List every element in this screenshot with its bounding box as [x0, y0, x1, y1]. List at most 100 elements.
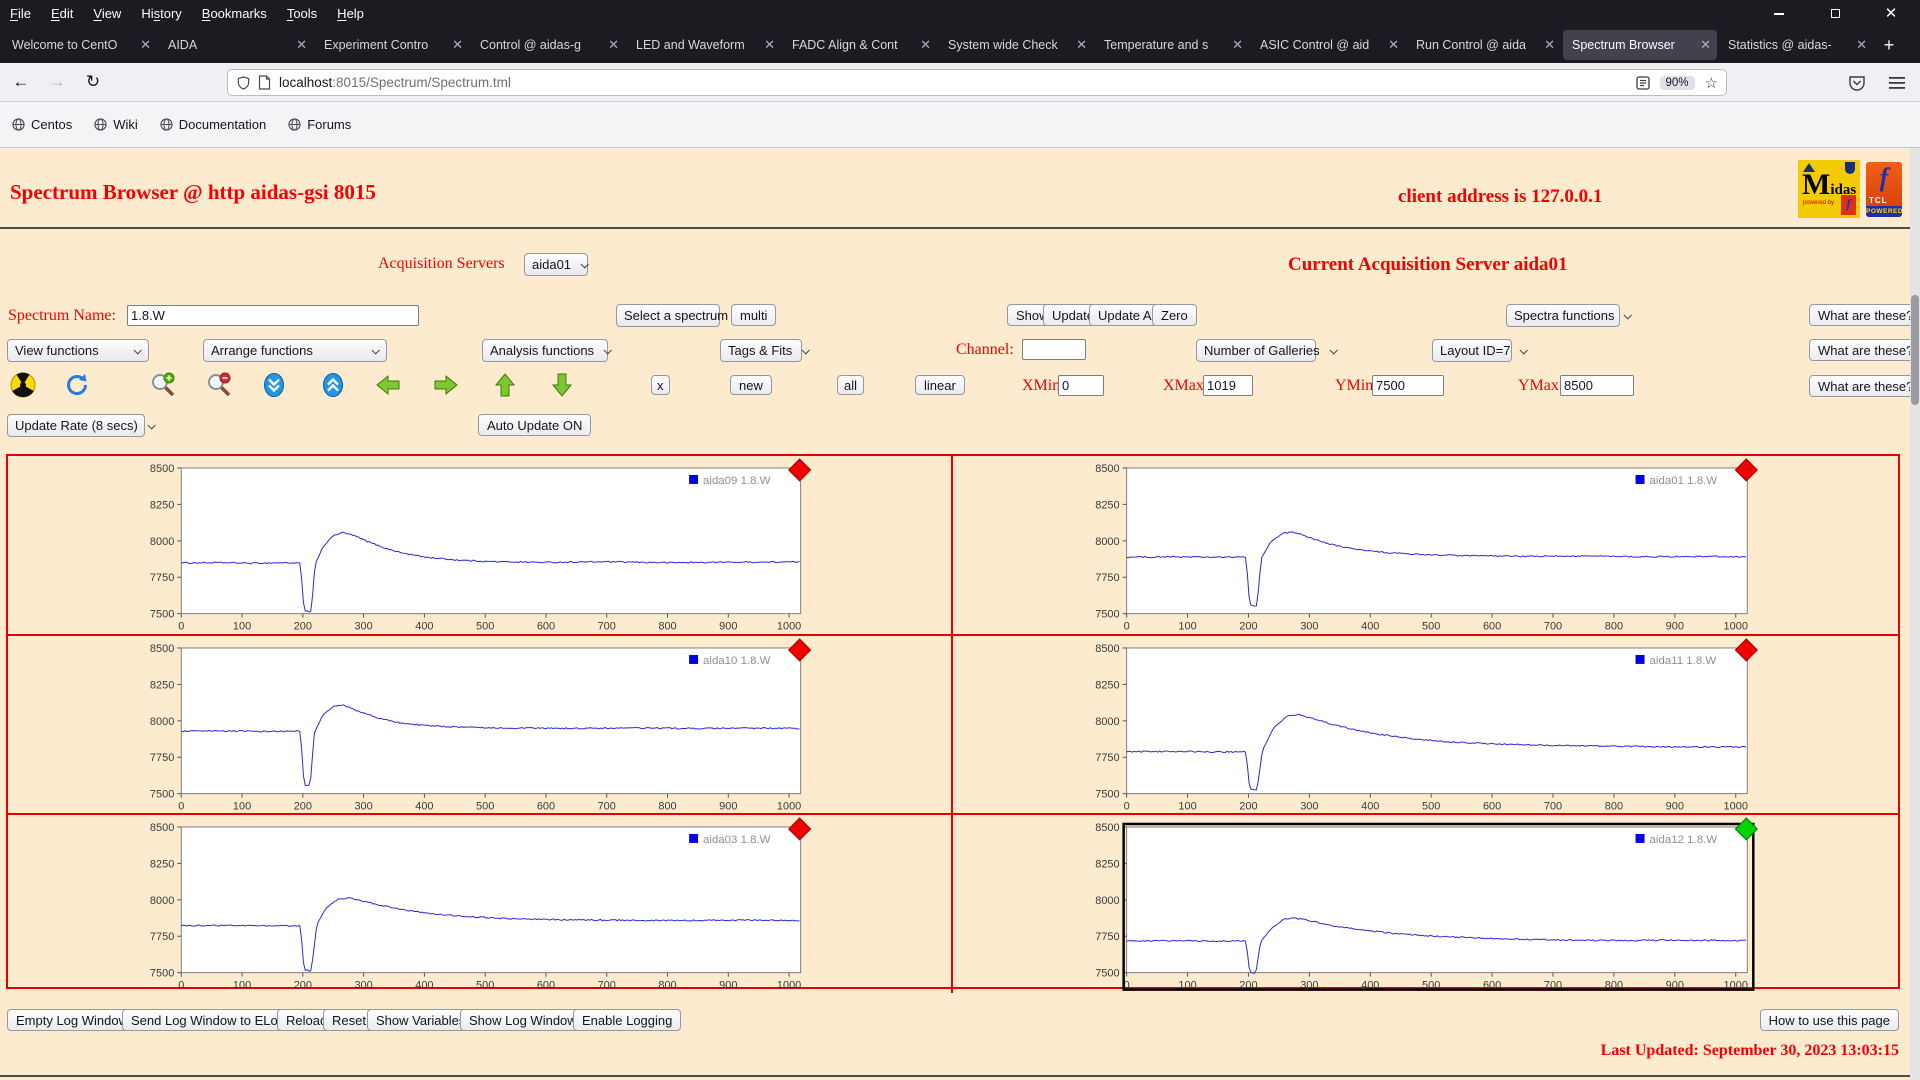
- page-scrollbar[interactable]: [1910, 148, 1920, 1080]
- zoom-out-icon[interactable]: [206, 372, 232, 398]
- spectrum-panel-aida12[interactable]: 7500 7750 8000 8250 8500 0 100 200 300 400 500 600 7…: [953, 815, 1898, 993]
- what-are-these-button-1[interactable]: What are these?: [1809, 304, 1920, 326]
- page-zoom-badge[interactable]: 90%: [1659, 75, 1695, 90]
- tab-temperature-and-s[interactable]: Temperature and s ✕: [1095, 30, 1249, 60]
- multi-button[interactable]: multi: [731, 304, 777, 326]
- send-log-window-to-elog-button[interactable]: Send Log Window to ELog: [122, 1009, 294, 1031]
- menu-item-view[interactable]: View: [83, 6, 131, 21]
- tab-close-icon[interactable]: ✕: [140, 37, 151, 53]
- update-rate-dropdown[interactable]: Update Rate (8 secs): [7, 414, 156, 437]
- spectrum-panel-aida11[interactable]: 7500 7750 8000 8250 8500 0 100 200 300 400 500 600 7…: [953, 636, 1898, 816]
- arrow-up-icon[interactable]: [492, 372, 518, 398]
- tab-close-icon[interactable]: ✕: [1544, 37, 1555, 53]
- arrow-right-icon[interactable]: [433, 372, 459, 398]
- arrow-left-icon[interactable]: [375, 372, 401, 398]
- maximize-button[interactable]: [1822, 4, 1848, 24]
- new-button[interactable]: new: [730, 375, 772, 395]
- bookmark-star-icon[interactable]: ☆: [1705, 74, 1718, 92]
- tab-close-icon[interactable]: ✕: [296, 37, 307, 53]
- forward-icon[interactable]: →: [42, 68, 72, 96]
- bookmark-centos[interactable]: Centos: [12, 117, 72, 132]
- close-window-button[interactable]: ✕: [1878, 4, 1904, 24]
- tab-close-icon[interactable]: ✕: [1700, 37, 1711, 53]
- xmin-input[interactable]: [1058, 375, 1104, 396]
- zoom-in-icon[interactable]: [150, 372, 176, 398]
- spectra-functions-dropdown[interactable]: Spectra functions: [1506, 304, 1633, 327]
- tab-fadc-align-cont[interactable]: FADC Align & Cont ✕: [783, 30, 937, 60]
- xmax-input[interactable]: [1203, 375, 1253, 396]
- linear-button[interactable]: linear: [915, 375, 965, 395]
- tab-close-icon[interactable]: ✕: [608, 37, 619, 53]
- menu-item-tools[interactable]: Tools: [277, 6, 327, 21]
- what-are-these-button-2[interactable]: What are these?: [1809, 339, 1920, 361]
- tab-close-icon[interactable]: ✕: [920, 37, 931, 53]
- tab-run-control-aida[interactable]: Run Control @ aida ✕: [1407, 30, 1561, 60]
- tags-fits-dropdown[interactable]: Tags & Fits: [720, 339, 811, 362]
- scrollbar-thumb[interactable]: [1911, 295, 1919, 405]
- bookmark-wiki[interactable]: Wiki: [94, 117, 138, 132]
- menu-item-edit[interactable]: Edit: [41, 6, 83, 21]
- select-spectrum-dropdown[interactable]: Select a spectrum: [616, 304, 746, 327]
- bookmark-forums[interactable]: Forums: [288, 117, 351, 132]
- tab-asic-control-aid[interactable]: ASIC Control @ aid ✕: [1251, 30, 1405, 60]
- refresh-icon[interactable]: [64, 372, 90, 398]
- arrow-down-icon[interactable]: [549, 372, 575, 398]
- hamburger-menu-icon[interactable]: [1888, 76, 1906, 90]
- layout-id-dropdown[interactable]: Layout ID=7: [1432, 339, 1529, 362]
- number-of-galleries-dropdown[interactable]: Number of Galleries: [1196, 339, 1338, 362]
- pocket-icon[interactable]: [1848, 74, 1866, 92]
- tab-experiment-contro[interactable]: Experiment Contro ✕: [315, 30, 469, 60]
- tab-close-icon[interactable]: ✕: [1232, 37, 1243, 53]
- spectrum-panel-aida10[interactable]: 7500 7750 8000 8250 8500 0 100 200 300 400 500 600 7…: [8, 635, 953, 816]
- enable-logging-button[interactable]: Enable Logging: [573, 1009, 682, 1031]
- reader-mode-icon[interactable]: [1635, 75, 1650, 90]
- x-button[interactable]: x: [651, 375, 670, 395]
- tab-control-aidas-g[interactable]: Control @ aidas-g ✕: [471, 30, 625, 60]
- menu-item-history[interactable]: History: [131, 6, 191, 21]
- bookmark-documentation[interactable]: Documentation: [160, 117, 266, 132]
- url-bar[interactable]: localhost:8015/Spectrum/Spectrum.tml 90%…: [227, 69, 1727, 96]
- all-button[interactable]: all: [837, 375, 865, 395]
- spectrum-panel-aida09[interactable]: 7500 7750 8000 8250 8500 0 100 200 300 400 500 600 7…: [8, 456, 953, 636]
- menu-item-file[interactable]: File: [0, 6, 41, 21]
- svg-text:7500: 7500: [150, 609, 174, 621]
- tab-welcome-to-cento[interactable]: Welcome to CentO ✕: [3, 30, 157, 60]
- new-tab-button[interactable]: +: [1874, 30, 1904, 60]
- auto-update-button[interactable]: Auto Update ON: [478, 414, 592, 436]
- analysis-functions-dropdown[interactable]: Analysis functions: [482, 339, 613, 362]
- radiation-icon[interactable]: [10, 372, 36, 398]
- view-functions-dropdown[interactable]: View functions: [7, 339, 149, 362]
- menu-item-bookmarks[interactable]: Bookmarks: [192, 6, 277, 21]
- spectrum-panel-aida03[interactable]: 7500 7750 8000 8250 8500 0 100 200 300 400 500 600 7…: [8, 815, 953, 993]
- show-variables-button[interactable]: Show Variables: [367, 1009, 475, 1031]
- zero-button[interactable]: Zero: [1152, 304, 1197, 326]
- what-are-these-button-3[interactable]: What are these?: [1809, 375, 1920, 397]
- empty-log-window-button[interactable]: Empty Log Window: [7, 1009, 137, 1031]
- collapse-down-icon[interactable]: [261, 372, 287, 398]
- show-log-window-button[interactable]: Show Log Window: [460, 1009, 586, 1031]
- tab-spectrum-browser[interactable]: Spectrum Browser ✕: [1563, 30, 1717, 60]
- shield-icon[interactable]: [236, 75, 251, 91]
- arrange-functions-dropdown[interactable]: Arrange functions: [203, 339, 387, 362]
- acquisition-server-select[interactable]: aida01: [524, 253, 589, 276]
- how-to-use-button[interactable]: How to use this page: [1759, 1009, 1899, 1031]
- tab-statistics-aidas[interactable]: Statistics @ aidas- ✕: [1719, 30, 1873, 60]
- collapse-up-icon[interactable]: [320, 372, 346, 398]
- tab-close-icon[interactable]: ✕: [1388, 37, 1399, 53]
- tab-system-wide-check[interactable]: System wide Check ✕: [939, 30, 1093, 60]
- tab-aida[interactable]: AIDA ✕: [159, 30, 313, 60]
- menu-item-help[interactable]: Help: [327, 6, 374, 21]
- tab-led-and-waveform[interactable]: LED and Waveform ✕: [627, 30, 781, 60]
- spectrum-panel-aida01[interactable]: 7500 7750 8000 8250 8500 0 100 200 300 400 500 600 7…: [953, 456, 1898, 636]
- tab-close-icon[interactable]: ✕: [1076, 37, 1087, 53]
- tab-close-icon[interactable]: ✕: [452, 37, 463, 53]
- back-icon[interactable]: ←: [6, 68, 36, 96]
- ymax-input[interactable]: [1560, 375, 1634, 396]
- channel-input[interactable]: [1022, 339, 1086, 360]
- minimize-button[interactable]: [1766, 4, 1792, 24]
- spectrum-name-input[interactable]: [127, 305, 419, 326]
- tab-close-icon[interactable]: ✕: [1856, 37, 1867, 53]
- tab-close-icon[interactable]: ✕: [764, 37, 775, 53]
- ymin-input[interactable]: [1372, 375, 1444, 396]
- reload-icon[interactable]: ↻: [78, 68, 108, 96]
